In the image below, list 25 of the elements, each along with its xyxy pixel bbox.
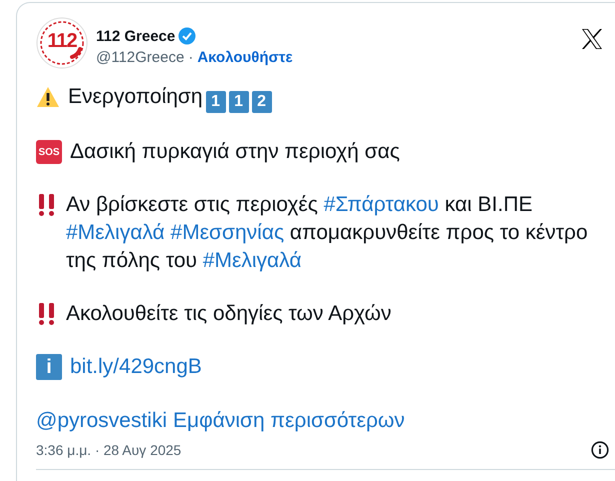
- follow-link[interactable]: Ακολουθήστε: [197, 49, 293, 66]
- hashtag-link[interactable]: #Μεσσηνίας: [170, 221, 284, 244]
- separator: ·: [188, 49, 194, 66]
- info-icon: i: [36, 354, 62, 380]
- keycap-digit: 2: [252, 91, 272, 113]
- tweet-text: Ενεργοποίηση: [68, 85, 203, 108]
- avatar: 112: [36, 17, 88, 69]
- keycap-digit: 1: [228, 91, 249, 113]
- show-more-link[interactable]: Εμφάνιση περισσότερων: [173, 409, 405, 433]
- sos-icon: SOS: [36, 140, 62, 164]
- account-name[interactable]: 112 Greece: [96, 28, 176, 44]
- timestamp[interactable]: 3:36 μ.μ. · 28 Αυγ 2025: [36, 442, 182, 458]
- hashtag-link[interactable]: #Μελιγαλά: [202, 249, 302, 272]
- keycap-digit: 1: [206, 91, 226, 113]
- x-logo-icon[interactable]: [581, 29, 603, 49]
- short-link[interactable]: bit.ly/429cngB: [70, 355, 202, 378]
- tweet-paragraph: Ακολουθείτε τις οδηγίες των Αρχών: [66, 301, 392, 327]
- info-circle-icon[interactable]: [591, 441, 609, 459]
- warning-icon: [36, 86, 60, 108]
- tweet-paragraph: Αν βρίσκεστε στις περιοχές #Σπάρτακου και ΒΙ.ΠΕ #Μελιγαλά #Μεσσηνίας απομακρυνθείτε προς το κέντρο της πόλης του #Μελιγαλά: [66, 192, 588, 274]
- hashtag-link[interactable]: #Μελιγαλά: [66, 221, 165, 244]
- account-handle[interactable]: @112Greece: [96, 49, 184, 66]
- hashtag-link[interactable]: #Σπάρτακου: [324, 193, 439, 216]
- tweet-paragraph: Δασική πυρκαγιά στην περιοχή σας: [70, 139, 400, 165]
- mention-link[interactable]: @pyrosvestiki: [36, 409, 168, 433]
